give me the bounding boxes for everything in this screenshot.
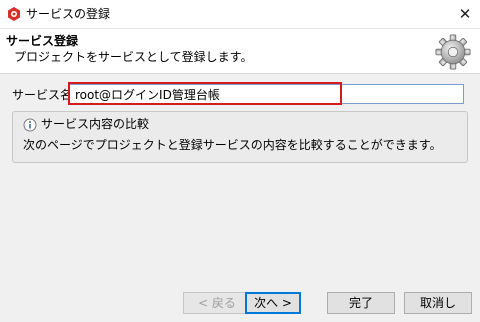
info-text: 次のページでプロジェクトと登録サービスの内容を比較することができます。 [23,138,442,152]
window-title: サービスの登録 [26,7,111,21]
cancel-button[interactable]: 取消し [404,292,472,314]
page-title: サービス登録 [6,34,79,48]
info-icon [23,118,37,132]
title-bar: サービスの登録 ✕ [0,0,480,28]
close-icon[interactable]: ✕ [450,0,480,28]
info-panel: サービス内容の比較 次のページでプロジェクトと登録サービスの内容を比較することが… [12,111,468,163]
finish-button[interactable]: 完了 [327,292,395,314]
service-name-input[interactable] [68,84,464,104]
wizard-header: サービス登録 プロジェクトをサービスとして登録します。 [0,28,480,74]
gear-icon [435,34,471,70]
next-button[interactable]: 次へ > [245,292,301,314]
service-name-label: サービス名 [12,88,73,102]
page-description: プロジェクトをサービスとして登録します。 [14,50,253,64]
back-button[interactable]: < 戻る [183,292,251,314]
app-icon [8,7,20,21]
info-title: サービス内容の比較 [41,117,150,131]
